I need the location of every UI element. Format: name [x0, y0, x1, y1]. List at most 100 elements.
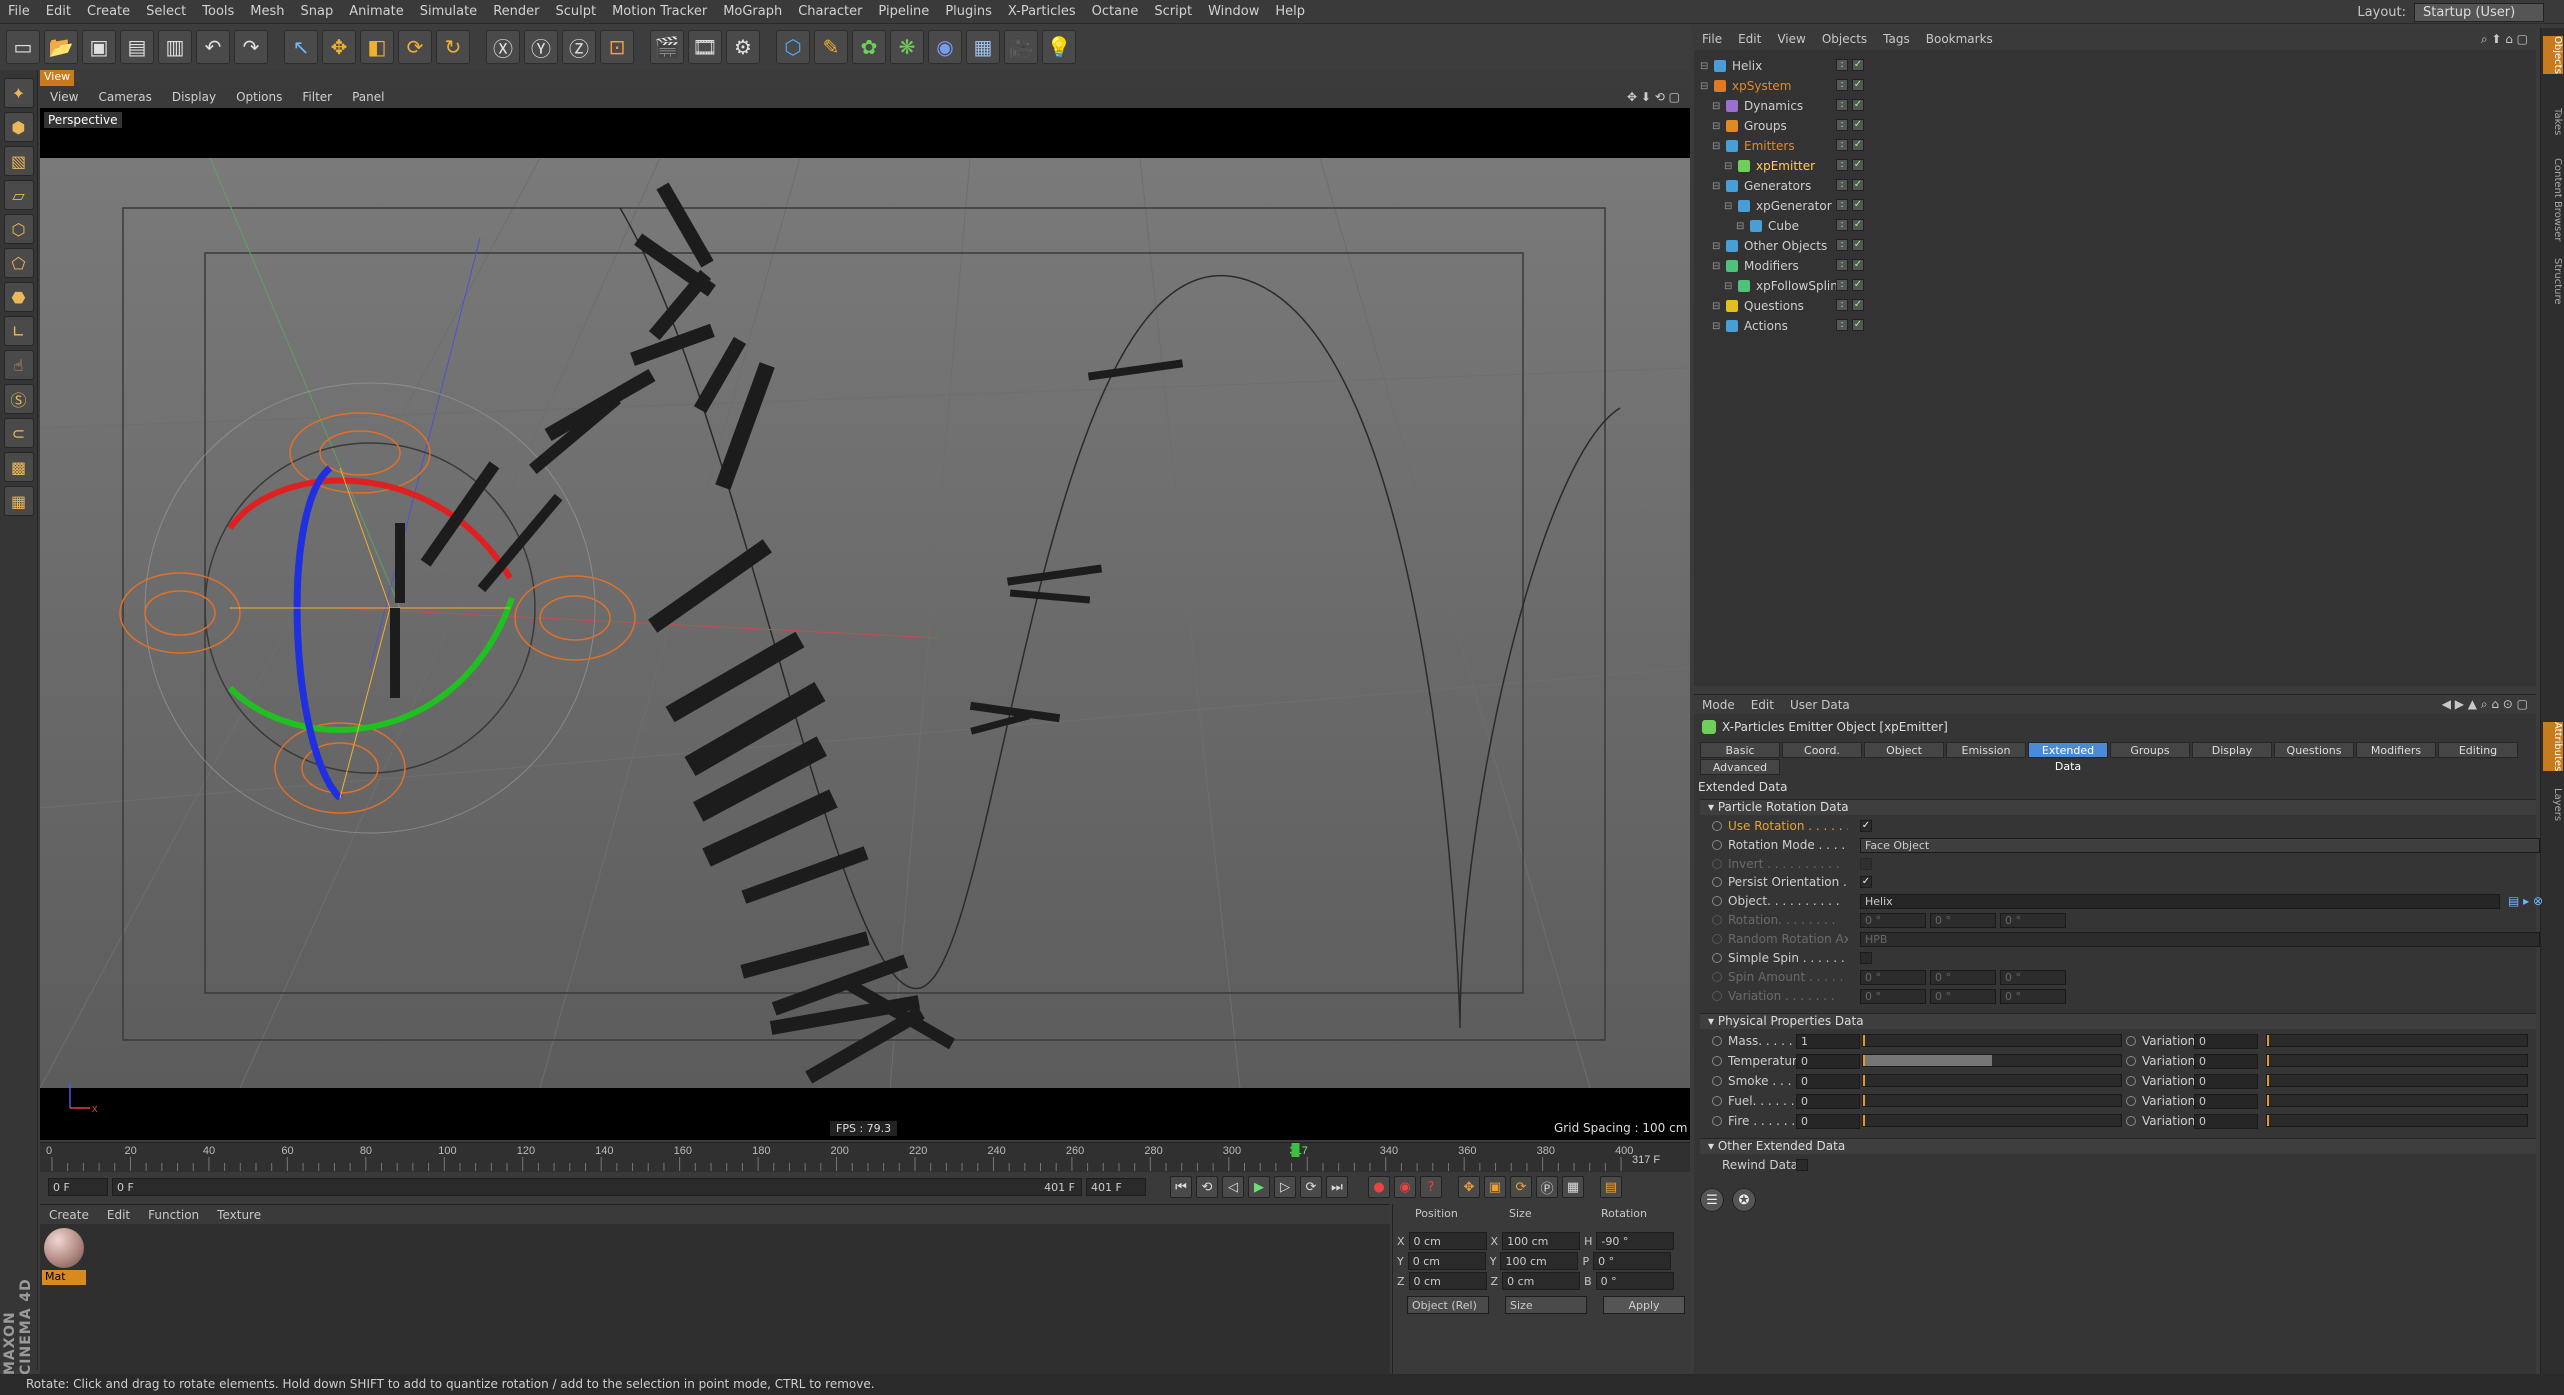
anim-dot-icon[interactable] — [1712, 1076, 1722, 1086]
menu-mograph[interactable]: MoGraph — [715, 4, 790, 19]
variation-value-field[interactable]: 0 — [2194, 1113, 2258, 1129]
menu-file[interactable]: File — [0, 4, 38, 19]
expand-toggle-icon[interactable]: ⊟ — [1724, 161, 1734, 172]
object-visibility-toggles[interactable]: : ✓ — [1836, 199, 1872, 213]
open-project-icon[interactable]: ▥ — [158, 30, 192, 64]
points-mode-icon[interactable]: ⬡ — [3, 214, 34, 244]
x-axis-lock-icon[interactable]: Ⓧ — [486, 30, 520, 64]
link-pick-icon[interactable]: ▤ ▸ ⊗ — [2508, 894, 2543, 908]
camera-icon[interactable]: 🎥 — [1004, 30, 1038, 64]
pos-x-field[interactable]: 0 cm — [1408, 1232, 1487, 1250]
slider-knob[interactable] — [2267, 1095, 2269, 1106]
lock-workplane-icon[interactable]: ▩ — [3, 452, 34, 482]
object-visibility-toggles[interactable]: : ✓ — [1836, 319, 1872, 333]
key-pla-icon[interactable]: ▦ — [1562, 1176, 1584, 1198]
am-menu-mode[interactable]: Mode — [1694, 698, 1743, 712]
make-editable-icon[interactable]: ✦ — [3, 78, 34, 108]
size-z-field[interactable]: 0 cm — [1502, 1272, 1581, 1290]
object-row[interactable]: ⊟ Generators — [1712, 176, 2532, 196]
view-tab[interactable]: View — [40, 70, 74, 86]
open-icon[interactable]: 📂 — [44, 30, 78, 64]
phys-slider[interactable] — [1862, 1034, 2122, 1047]
mat-menu-edit[interactable]: Edit — [98, 1208, 139, 1222]
object-visibility-toggles[interactable]: : ✓ — [1836, 99, 1872, 113]
spin-var-b-field[interactable]: 0 ° — [2000, 988, 2066, 1004]
save-incremental-icon[interactable]: ▤ — [120, 30, 154, 64]
rotation-h-field[interactable]: 0 ° — [1860, 912, 1926, 928]
menu-simulate[interactable]: Simulate — [412, 4, 485, 19]
om-menu-view[interactable]: View — [1769, 32, 1813, 46]
end-frame-field[interactable]: 401 F — [1086, 1178, 1146, 1196]
phys-slider[interactable] — [1862, 1074, 2122, 1087]
rot-b-field[interactable]: 0 ° — [1595, 1272, 1674, 1290]
object-visibility-toggles[interactable]: : ✓ — [1836, 179, 1872, 193]
variation-slider[interactable] — [2266, 1054, 2528, 1067]
scheme-icon[interactable]: ▤ — [1600, 1176, 1622, 1198]
menu-render[interactable]: Render — [485, 4, 547, 19]
object-visibility-toggles[interactable]: : ✓ — [1836, 239, 1872, 253]
om-menu-bookmarks[interactable]: Bookmarks — [1918, 32, 2001, 46]
menu-snap[interactable]: Snap — [293, 4, 342, 19]
visibility-dots-icon[interactable]: : — [1836, 119, 1848, 131]
phys-value-field[interactable]: 0 — [1796, 1093, 1860, 1109]
menu-mesh[interactable]: Mesh — [242, 4, 292, 19]
attr-tab[interactable]: Display — [2192, 742, 2272, 758]
object-visibility-toggles[interactable]: : ✓ — [1836, 59, 1872, 73]
mat-menu-function[interactable]: Function — [139, 1208, 208, 1222]
object-visibility-toggles[interactable]: : ✓ — [1836, 119, 1872, 133]
am-nav-icons[interactable]: ◀ ▶ ▲ ⌕ ⌂ ⊙ ▢ — [2434, 697, 2536, 712]
variation-value-field[interactable]: 0 — [2194, 1033, 2258, 1049]
autokey-icon[interactable]: ◉ — [1394, 1176, 1416, 1198]
redo-icon[interactable]: ↷ — [234, 30, 268, 64]
om-menu-edit[interactable]: Edit — [1730, 32, 1769, 46]
attr-tab[interactable]: Modifiers — [2356, 742, 2436, 758]
object-row[interactable]: ⊟ Emitters — [1712, 136, 2532, 156]
spin-var-h-field[interactable]: 0 ° — [1860, 988, 1926, 1004]
expand-toggle-icon[interactable]: ⊟ — [1712, 241, 1722, 252]
anim-dot-icon[interactable] — [1712, 953, 1722, 963]
tab-layers[interactable]: Layers — [2543, 788, 2563, 821]
visibility-dots-icon[interactable]: : — [1836, 59, 1848, 71]
expand-toggle-icon[interactable]: ⊟ — [1700, 61, 1710, 72]
section-particle-rotation[interactable]: ▾ Particle Rotation Data — [1700, 799, 2536, 815]
slider-knob[interactable] — [1863, 1115, 1865, 1126]
polygons-mode-icon[interactable]: ⬣ — [3, 282, 34, 312]
snap-icon[interactable]: ⊂ — [3, 418, 34, 448]
variation-value-field[interactable]: 0 — [2194, 1053, 2258, 1069]
slider-knob[interactable] — [1863, 1055, 1865, 1066]
planar-workplane-icon[interactable]: ▦ — [3, 486, 34, 516]
rotation-mode-dropdown[interactable]: Face Object — [1860, 837, 2540, 853]
enabled-check-icon[interactable]: ✓ — [1852, 159, 1864, 171]
am-menu-user-data[interactable]: User Data — [1782, 698, 1858, 712]
attr-tab[interactable]: Advanced — [1700, 759, 1780, 775]
enabled-check-icon[interactable]: ✓ — [1852, 279, 1864, 291]
vp-menu-view[interactable]: View — [40, 90, 88, 104]
cube-primitive-icon[interactable]: ⬡ — [776, 30, 810, 64]
object-visibility-toggles[interactable]: : ✓ — [1836, 159, 1872, 173]
tab-content-browser[interactable]: Content Browser — [2543, 158, 2563, 241]
material-name[interactable]: Mat — [42, 1270, 86, 1285]
menu-tools[interactable]: Tools — [194, 4, 242, 19]
anim-dot-icon[interactable] — [2126, 1056, 2136, 1066]
random-axis-dropdown[interactable]: HPB — [1860, 931, 2540, 947]
attr-tab[interactable]: Emission — [1946, 742, 2026, 758]
visibility-dots-icon[interactable]: : — [1836, 219, 1848, 231]
step-forward-icon[interactable]: ▷ — [1274, 1176, 1296, 1198]
rotate-icon[interactable]: ⟳ — [398, 30, 432, 64]
step-back-icon[interactable]: ◁ — [1222, 1176, 1244, 1198]
anim-dot-icon[interactable] — [1712, 840, 1722, 850]
rot-h-field[interactable]: -90 ° — [1596, 1232, 1675, 1250]
mat-menu-create[interactable]: Create — [40, 1208, 98, 1222]
render-picture-viewer-icon[interactable]: 🎞 — [688, 30, 722, 64]
keyframe-selection-icon[interactable]: ? — [1420, 1176, 1442, 1198]
pos-y-field[interactable]: 0 cm — [1407, 1252, 1486, 1270]
slider-knob[interactable] — [2267, 1115, 2269, 1126]
expand-toggle-icon[interactable]: ⊟ — [1712, 101, 1722, 112]
enabled-check-icon[interactable]: ✓ — [1852, 79, 1864, 91]
tab-structure[interactable]: Structure — [2543, 258, 2563, 305]
attr-tab[interactable]: Editing — [2438, 742, 2518, 758]
menu-pipeline[interactable]: Pipeline — [870, 4, 937, 19]
vp-menu-filter[interactable]: Filter — [292, 90, 342, 104]
vp-menu-options[interactable]: Options — [226, 90, 292, 104]
phys-slider[interactable] — [1862, 1054, 2122, 1067]
